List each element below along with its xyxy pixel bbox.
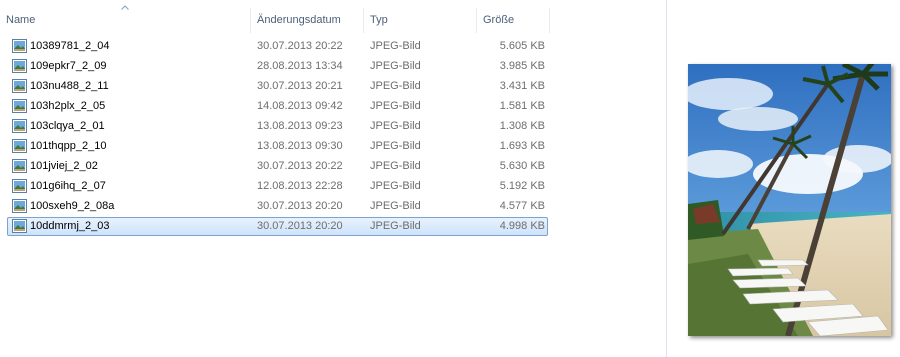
file-size: 5.630 KB	[499, 160, 545, 172]
column-header-size-label: Größe	[483, 14, 515, 26]
file-type: JPEG-Bild	[370, 160, 421, 172]
file-list-pane: Name Änderungsdatum Typ Größe 10389781_2…	[0, 0, 666, 357]
file-type: JPEG-Bild	[370, 40, 421, 52]
file-name: 103nu488_2_11	[30, 80, 109, 92]
column-header-date-label: Änderungsdatum	[257, 14, 341, 26]
file-row[interactable]: 103nu488_2_11 30.07.2013 20:21 JPEG-Bild 3.…	[7, 77, 548, 96]
column-header-name-label: Name	[6, 14, 36, 26]
file-name: 101thqpp_2_10	[30, 140, 107, 152]
file-date: 30.07.2013 20:22	[257, 40, 343, 52]
file-row[interactable]: 100sxeh9_2_08a 30.07.2013 20:20 JPEG-Bild 4…	[7, 197, 548, 216]
column-header-type-label: Typ	[370, 14, 388, 26]
file-date: 28.08.2013 13:34	[257, 60, 343, 72]
file-size: 1.693 KB	[499, 140, 545, 152]
column-header-size[interactable]: Größe	[477, 8, 550, 33]
file-size: 4.998 KB	[499, 220, 545, 232]
file-name: 101g6ihq_2_07	[30, 180, 106, 192]
file-type: JPEG-Bild	[370, 200, 421, 212]
column-header-date[interactable]: Änderungsdatum	[251, 8, 364, 33]
file-size: 3.431 KB	[499, 80, 545, 92]
file-name: 109epkr7_2_09	[30, 60, 107, 72]
file-size: 1.308 KB	[499, 120, 545, 132]
file-name: 103clqya_2_01	[30, 120, 105, 132]
image-file-icon	[12, 99, 27, 113]
preview-pane	[666, 0, 900, 357]
file-type: JPEG-Bild	[370, 220, 421, 232]
image-file-icon	[12, 119, 27, 133]
column-header-name[interactable]: Name	[0, 5, 251, 33]
file-name: 101jviej_2_02	[30, 160, 98, 172]
file-name: 10389781_2_04	[30, 40, 110, 52]
file-date: 30.07.2013 20:20	[257, 200, 343, 212]
file-row[interactable]: 103clqya_2_01 13.08.2013 09:23 JPEG-Bild 1.…	[7, 117, 548, 136]
file-type: JPEG-Bild	[370, 140, 421, 152]
file-name: 10ddmrmj_2_03	[30, 220, 110, 232]
file-date: 30.07.2013 20:22	[257, 160, 343, 172]
file-type: JPEG-Bild	[370, 120, 421, 132]
column-header-type[interactable]: Typ	[364, 8, 477, 33]
image-file-icon	[12, 219, 27, 233]
file-row[interactable]: 10ddmrmj_2_03 30.07.2013 20:20 JPEG-Bild 4.…	[7, 217, 548, 236]
preview-image	[688, 64, 891, 336]
file-name: 103h2plx_2_05	[30, 100, 106, 112]
file-date: 12.08.2013 22:28	[257, 180, 343, 192]
file-type: JPEG-Bild	[370, 100, 421, 112]
file-row[interactable]: 101g6ihq_2_07 12.08.2013 22:28 JPEG-Bild 5.…	[7, 177, 548, 196]
file-size: 4.577 KB	[499, 200, 545, 212]
image-file-icon	[12, 139, 27, 153]
file-size: 5.192 KB	[499, 180, 545, 192]
file-date: 30.07.2013 20:20	[257, 220, 343, 232]
file-name: 100sxeh9_2_08a	[30, 200, 115, 212]
file-row[interactable]: 103h2plx_2_05 14.08.2013 09:42 JPEG-Bild 1.…	[7, 97, 548, 116]
image-file-icon	[12, 179, 27, 193]
file-date: 30.07.2013 20:21	[257, 80, 343, 92]
file-date: 13.08.2013 09:30	[257, 140, 343, 152]
file-row[interactable]: 109epkr7_2_09 28.08.2013 13:34 JPEG-Bild 3.…	[7, 57, 548, 76]
file-type: JPEG-Bild	[370, 80, 421, 92]
file-size: 5.605 KB	[499, 40, 545, 52]
file-size: 1.581 KB	[499, 100, 545, 112]
image-file-icon	[12, 159, 27, 173]
file-row[interactable]: 101jviej_2_02 30.07.2013 20:22 JPEG-Bild 5.…	[7, 157, 548, 176]
file-size: 3.985 KB	[499, 60, 545, 72]
file-row[interactable]: 101thqpp_2_10 13.08.2013 09:30 JPEG-Bild 1.…	[7, 137, 548, 156]
file-date: 14.08.2013 09:42	[257, 100, 343, 112]
image-file-icon	[12, 199, 27, 213]
file-type: JPEG-Bild	[370, 180, 421, 192]
image-file-icon	[12, 59, 27, 73]
column-header-bar: Name Änderungsdatum Typ Größe	[0, 5, 666, 33]
image-file-icon	[12, 39, 27, 53]
file-row[interactable]: 10389781_2_04 30.07.2013 20:22 JPEG-Bild 5.…	[7, 37, 548, 56]
image-file-icon	[12, 79, 27, 93]
file-date: 13.08.2013 09:23	[257, 120, 343, 132]
sort-chevron-icon	[121, 5, 129, 10]
beach-photo	[688, 64, 891, 336]
file-type: JPEG-Bild	[370, 60, 421, 72]
